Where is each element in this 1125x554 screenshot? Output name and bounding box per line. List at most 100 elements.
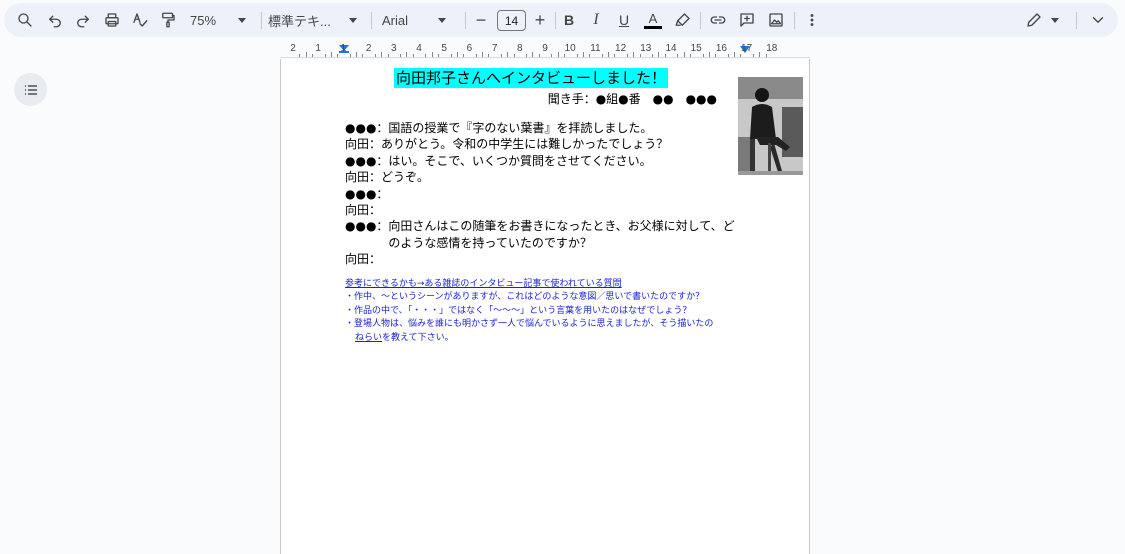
separator (794, 12, 795, 29)
underline-button[interactable]: U (612, 3, 636, 37)
ruler-tick (576, 54, 578, 57)
separator (555, 12, 556, 29)
speaker-label: ●●●： (345, 121, 389, 135)
interview-body: ●●●： 国語の授業で『字のない葉書』を拝読しました。 向田： ありがとう。令和の中学… (345, 120, 745, 268)
reference-item: ・作中、～というシーンがありますが、これはどのような意図／思いで書いたのですか？ (345, 292, 705, 303)
reference-item-text: ・登場人物は、悩みを誰にも明かさず一人で悩んでいるように思えましたが、そう描いた… (345, 319, 714, 330)
ruler-tick (683, 52, 685, 57)
portrait-image (738, 77, 803, 175)
speaker-text: ありがとう。令和の中学生には難しかったでしょう？ (381, 137, 669, 152)
text-color-swatch (644, 25, 662, 29)
interview-line: 向田： (345, 202, 745, 218)
ruler-tick (734, 52, 735, 57)
style-value: 標準テキ... (268, 13, 331, 29)
ruler-label: 4 (416, 43, 422, 54)
undo-button[interactable] (43, 3, 67, 37)
redo-button[interactable] (71, 3, 95, 37)
speaker-text (381, 202, 745, 218)
insert-link-button[interactable] (706, 3, 730, 37)
ruler-tick (614, 54, 616, 57)
decrease-font-size-button[interactable]: − (470, 3, 492, 37)
ruler-tick (538, 54, 540, 57)
ruler-label: 13 (640, 43, 652, 54)
separator (465, 12, 466, 29)
ruler-tick (374, 54, 376, 57)
ruler-tick (582, 52, 584, 57)
chevron-down-icon (238, 17, 247, 23)
separator (261, 12, 262, 29)
separator (371, 12, 372, 29)
ruler-tick (664, 54, 666, 57)
style-select[interactable]: 標準テキ... (266, 3, 366, 37)
ruler-label: 14 (665, 43, 677, 54)
add-comment-button[interactable] (735, 3, 759, 37)
italic-button[interactable]: I (584, 3, 608, 37)
ruler-label: 17 (741, 43, 753, 54)
ruler-tick (752, 54, 754, 57)
speaker-label: ●●●： (345, 186, 389, 201)
ruler-label: 11 (590, 43, 601, 54)
toolbar: 75% 標準テキ... Arial − 14 + B I U A (4, 3, 1118, 37)
bold-button[interactable]: B (557, 3, 581, 37)
ruler-tick (463, 54, 465, 57)
ruler-label: 6 (466, 43, 473, 54)
highlight-color-button[interactable] (671, 3, 695, 37)
ruler-tick (626, 54, 628, 57)
chevron-down-icon (438, 17, 447, 23)
ruler-tick (759, 52, 761, 57)
pencil-icon (1027, 13, 1041, 27)
spelling-check-button[interactable] (128, 3, 152, 37)
ruler-tick (740, 54, 742, 57)
ruler-tick (482, 52, 483, 57)
chevron-down-icon (1092, 17, 1104, 23)
ruler-tick (507, 52, 509, 57)
ruler-tick (324, 54, 326, 57)
ruler-label: 1 (340, 43, 347, 54)
ruler-tick (475, 54, 477, 57)
ruler-label: 1 (315, 43, 321, 54)
horizontal-ruler[interactable]: 2 1 1 2 3 4 5 6 7 8 9 10 11 12 13 14 15 16 17 18 (280, 42, 810, 58)
link-icon (710, 16, 726, 24)
search-menus-button[interactable] (13, 3, 37, 37)
plus-icon: + (534, 9, 546, 30)
more-options-button[interactable] (800, 3, 824, 37)
interview-line: ●●●： 国語の授業で『字のない葉書』を拝読しました。 (345, 120, 745, 136)
increase-font-size-button[interactable]: + (529, 3, 551, 37)
ruler-tick (299, 54, 301, 57)
editing-mode-button[interactable] (1020, 3, 1064, 37)
image-icon (769, 13, 783, 27)
ruler-label: 5 (441, 43, 447, 54)
ruler-tick (513, 54, 515, 57)
speaker-text: 向田さんはこの随筆をお書きになったとき、お父様に対して、どのような感情を持ってい… (388, 219, 735, 250)
interview-line: 向田： (345, 251, 745, 267)
author-photo[interactable] (738, 77, 803, 175)
font-select[interactable]: Arial (380, 3, 458, 37)
separator (1076, 12, 1077, 29)
ruler-label: 2 (365, 43, 372, 54)
reference-title[interactable]: 参考にできるかも→ある雑誌のインタビュー記事で使われている質問 (345, 278, 755, 291)
ruler-tick (633, 52, 635, 57)
ruler-tick (727, 54, 729, 57)
ruler-tick (356, 52, 357, 57)
zoom-select[interactable]: 75% (186, 3, 256, 37)
speaker-text (381, 251, 745, 267)
ruler-label: 8 (517, 43, 523, 54)
print-button[interactable] (100, 3, 124, 37)
interview-line: ●●●： 向田さんはこの随筆をお書きになったとき、お父様に対して、どのような感情を… (345, 218, 745, 251)
collapse-menus-button[interactable] (1086, 3, 1110, 37)
ruler-tick (765, 54, 767, 57)
document-page[interactable]: 向田邦子さんへインタビューしました！ 聞き手：●組●番 ●● ●●● ●●●：国… (280, 59, 810, 554)
ruler-tick (601, 54, 603, 57)
font-size-input[interactable]: 14 (497, 10, 526, 31)
ruler-tick (349, 54, 351, 57)
text-color-button[interactable]: A (641, 3, 665, 37)
text-color-icon: A (644, 12, 662, 29)
ruler-tick (702, 54, 704, 57)
print-icon (105, 13, 119, 27)
paint-format-button[interactable] (156, 3, 180, 37)
insert-image-button[interactable] (764, 3, 788, 37)
ruler-tick (412, 54, 414, 57)
document-outline-button[interactable] (14, 73, 47, 106)
interview-line: 向田： どうぞ。 (345, 169, 745, 185)
chevron-down-icon (1051, 17, 1059, 23)
